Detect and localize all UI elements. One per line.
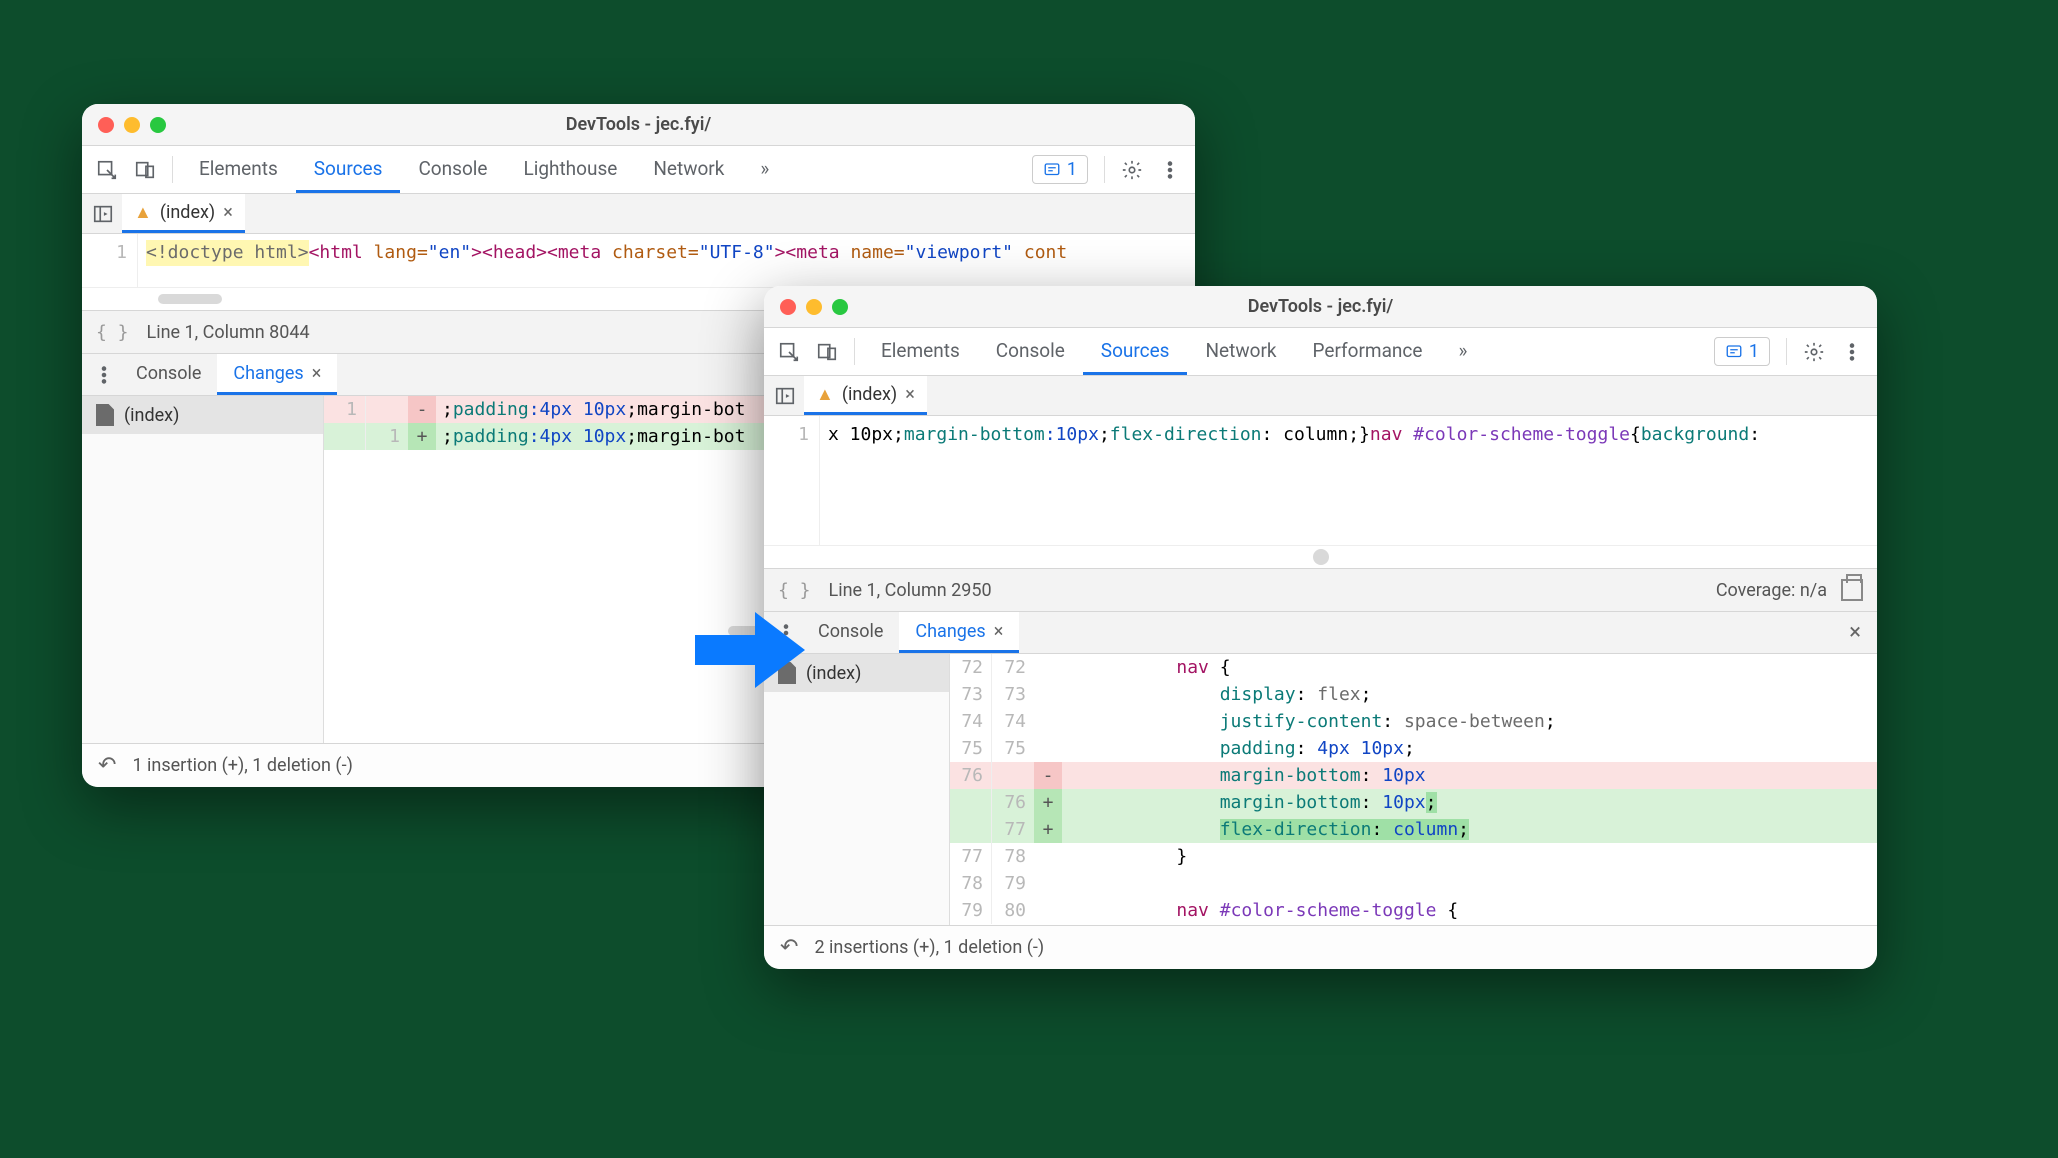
diff-row: 7575 padding: 4px 10px; [950,735,1877,762]
drawer-kebab-icon[interactable] [88,354,120,395]
diff-row: 7474 justify-content: space-between; [950,708,1877,735]
editor-status: { } Line 1, Column 2950 Coverage: n/a [764,568,1877,612]
file-tabstrip: ▲ (index) × [764,376,1877,416]
pretty-print-icon[interactable]: { } [778,580,811,601]
tab-network[interactable]: Network [1187,328,1294,375]
file-tab-index[interactable]: ▲ (index) × [122,194,245,233]
main-tabs: Elements Sources Console Lighthouse Netw… [82,146,1195,194]
kebab-icon[interactable] [1833,328,1871,375]
file-tab-label: (index) [160,202,215,223]
drawer-tabs: Console Changes × × [764,612,1877,654]
code-editor[interactable]: 1 x 10px;margin-bottom:10px;flex-directi… [764,416,1877,546]
drawer-tab-changes[interactable]: Changes × [217,354,337,395]
file-tabstrip: ▲ (index) × [82,194,1195,234]
close-dot-icon[interactable] [780,299,796,315]
code-gutter: 1 [82,234,138,287]
main-tabs: Elements Console Sources Network Perform… [764,328,1877,376]
devtools-window-after: DevTools - jec.fyi/ Elements Console Sou… [764,286,1877,969]
close-dot-icon[interactable] [98,117,114,133]
warning-icon: ▲ [134,202,152,223]
diff-row: 76- margin-bottom: 10px [950,762,1877,789]
device-toggle-icon[interactable] [126,146,164,193]
changes-panel: (index) 7272 nav {7373 display: flex;747… [764,654,1877,925]
code-editor[interactable]: 1 <!doctype html><html lang="en"><head><… [82,234,1195,288]
minimize-dot-icon[interactable] [806,299,822,315]
close-icon[interactable]: × [905,384,915,405]
undo-icon[interactable]: ↶ [98,753,116,778]
tab-elements[interactable]: Elements [863,328,978,375]
drawer-tab-changes[interactable]: Changes × [899,612,1019,653]
diff-row: 7272 nav { [950,654,1877,681]
issues-badge[interactable]: 1 [1032,155,1088,184]
changes-file-list: (index) [82,396,324,743]
inspect-icon[interactable] [88,146,126,193]
tab-console[interactable]: Console [400,146,505,193]
drawer-tab-console[interactable]: Console [120,354,217,395]
tab-console[interactable]: Console [978,328,1083,375]
scroll-indicator [764,546,1877,568]
diff-row: 76+ margin-bottom: 10px; [950,789,1877,816]
cursor-position: Line 1, Column 2950 [829,580,992,601]
navigator-toggle-icon[interactable] [86,203,120,225]
file-tab-label: (index) [842,384,897,405]
diff-row: 7373 display: flex; [950,681,1877,708]
drawer-tab-console[interactable]: Console [802,612,899,653]
window-title: DevTools - jec.fyi/ [764,296,1877,317]
tab-lighthouse[interactable]: Lighthouse [505,146,635,193]
traffic-lights [780,299,848,315]
window-title: DevTools - jec.fyi/ [82,114,1195,135]
traffic-lights [98,117,166,133]
close-icon[interactable]: × [994,621,1004,642]
code-gutter: 1 [764,416,820,545]
tab-sources[interactable]: Sources [1083,328,1188,375]
close-icon[interactable]: × [312,363,322,384]
titlebar: DevTools - jec.fyi/ [764,286,1877,328]
file-tab-index[interactable]: ▲ (index) × [804,376,927,415]
changes-summary: 2 insertions (+), 1 deletion (-) [814,937,1044,958]
arrow-icon [690,600,810,700]
tab-sources[interactable]: Sources [296,146,401,193]
issues-count: 1 [1067,159,1077,180]
settings-icon[interactable] [1113,146,1151,193]
device-toggle-icon[interactable] [808,328,846,375]
settings-icon[interactable] [1795,328,1833,375]
kebab-icon[interactable] [1151,146,1189,193]
diff-row: 7879 [950,870,1877,897]
close-icon[interactable]: × [223,202,233,223]
inspect-icon[interactable] [770,328,808,375]
minimize-dot-icon[interactable] [124,117,140,133]
drawer-close-icon[interactable]: × [1839,620,1871,645]
diff-row: 7980 nav #color-scheme-toggle { [950,897,1877,924]
zoom-dot-icon[interactable] [150,117,166,133]
navigator-toggle-icon[interactable] [768,385,802,407]
coverage-label: Coverage: n/a [1716,580,1827,601]
pretty-print-icon[interactable]: { } [96,322,129,343]
sourcemap-icon[interactable] [1841,579,1863,601]
warning-icon: ▲ [816,384,834,405]
issues-count: 1 [1749,341,1759,362]
cursor-position: Line 1, Column 8044 [147,322,310,343]
diff-row: 77+ flex-direction: column; [950,816,1877,843]
issues-badge[interactable]: 1 [1714,337,1770,366]
file-icon [96,404,114,426]
changes-summary: 1 insertion (+), 1 deletion (-) [132,755,352,776]
tab-network[interactable]: Network [635,146,742,193]
changes-footer: ↶ 2 insertions (+), 1 deletion (-) [764,925,1877,969]
diff-view[interactable]: 7272 nav {7373 display: flex;7474 justif… [950,654,1877,925]
undo-icon[interactable]: ↶ [780,935,798,960]
code-line: <!doctype html><html lang="en"><head><me… [138,234,1195,287]
changes-file-item[interactable]: (index) [82,396,323,434]
titlebar: DevTools - jec.fyi/ [82,104,1195,146]
diff-row: 7778 } [950,843,1877,870]
tabs-overflow[interactable]: » [1440,328,1485,375]
code-line: x 10px;margin-bottom:10px;flex-direction… [820,416,1877,545]
zoom-dot-icon[interactable] [832,299,848,315]
tabs-overflow[interactable]: » [742,146,787,193]
tab-performance[interactable]: Performance [1295,328,1441,375]
tab-elements[interactable]: Elements [181,146,296,193]
